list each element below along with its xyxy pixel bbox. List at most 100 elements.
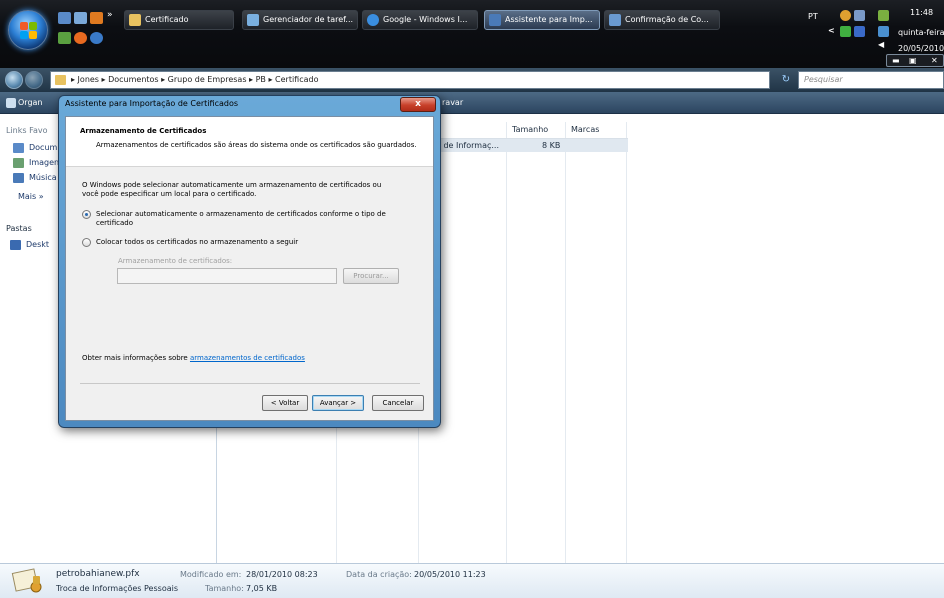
clock-day[interactable]: quinta-feira: [898, 28, 944, 37]
task-certificado[interactable]: Certificado: [124, 10, 234, 30]
pictures-icon: [13, 158, 24, 168]
nav-more[interactable]: Mais »: [18, 190, 44, 204]
firefox-icon[interactable]: [74, 32, 87, 44]
intro-text-line1: O Windows pode selecionar automaticament…: [82, 181, 382, 189]
size-value: 7,05 KB: [246, 584, 278, 593]
task-label: Certificado: [145, 15, 189, 24]
created-label: Data da criação:: [346, 570, 412, 579]
connection-tray-icon[interactable]: [878, 26, 889, 37]
language-indicator[interactable]: PT: [808, 12, 818, 21]
nav-label: Imagen: [29, 158, 60, 167]
tray-expand-icon[interactable]: <: [828, 26, 835, 35]
start-button[interactable]: [8, 10, 48, 50]
battery-tray-icon[interactable]: [840, 26, 851, 37]
column-header-tags[interactable]: Marcas: [571, 122, 599, 138]
photo-gallery-icon[interactable]: [58, 32, 71, 44]
search-placeholder: Pesquisar: [804, 75, 843, 84]
created-value: 20/05/2010 11:23: [414, 570, 486, 579]
nav-label: Docum: [29, 143, 58, 152]
certificate-import-wizard: Assistente para Importação de Certificad…: [58, 95, 441, 428]
details-pane: petrobahianew.pfx Troca de Informações P…: [0, 563, 944, 598]
folders-header[interactable]: Pastas: [6, 224, 32, 233]
close-button[interactable]: x: [400, 97, 436, 112]
more-info-link[interactable]: armazenamentos de certificados: [190, 354, 305, 362]
nav-documents[interactable]: Docum: [13, 141, 57, 155]
restore-icon[interactable]: ▣: [909, 55, 917, 66]
column-header-size[interactable]: Tamanho: [512, 122, 548, 138]
task-label: Gerenciador de taref...: [263, 15, 354, 24]
organize-icon: [6, 98, 16, 108]
address-field[interactable]: ▸ Jones ▸ Documentos ▸ Grupo de Empresas…: [50, 71, 770, 89]
quick-launch-chevron-icon[interactable]: »: [107, 10, 117, 20]
nav-desktop[interactable]: Deskt: [10, 238, 49, 252]
modified-label: Modificado em:: [180, 570, 242, 579]
column-divider: [565, 122, 566, 563]
back-button[interactable]: [5, 71, 23, 89]
volume-icon[interactable]: ◀: [878, 40, 884, 49]
manual-store-radio[interactable]: [82, 238, 91, 247]
store-input[interactable]: [117, 268, 337, 284]
network-icon[interactable]: [90, 32, 103, 44]
task-internet-explorer[interactable]: Google - Windows I...: [362, 10, 478, 30]
more-info-prefix: Obter mais informações sobre: [82, 354, 190, 362]
certificate-icon: [489, 14, 501, 26]
store-field-label: Armazenamento de certificados:: [118, 257, 233, 265]
windows-flag-icon: [20, 22, 38, 40]
clock-time[interactable]: 11:48: [910, 8, 933, 17]
nav-pictures[interactable]: Imagen: [13, 156, 59, 170]
wizard-header: Armazenamento de Certificados Armazename…: [66, 117, 433, 167]
wizard-subheading: Armazenamentos de certificados são áreas…: [96, 141, 417, 149]
intro-text-line2: você pode especificar um local para o ce…: [82, 190, 257, 198]
close-window-icon[interactable]: ✕: [931, 55, 938, 66]
task-label: Google - Windows I...: [383, 15, 468, 24]
media-player-icon[interactable]: [90, 12, 103, 24]
clock-date[interactable]: 20/05/2010: [898, 44, 944, 53]
cancel-button[interactable]: Cancelar: [372, 395, 424, 411]
column-divider: [626, 122, 627, 563]
details-filetype: Troca de Informações Pessoais: [56, 584, 178, 593]
security-tray-icon[interactable]: [840, 10, 851, 21]
favorite-links-header: Links Favo: [6, 126, 48, 135]
browse-button[interactable]: Procurar...: [343, 268, 399, 284]
show-desktop-icon[interactable]: [58, 12, 71, 24]
internet-explorer-icon: [367, 14, 379, 26]
certificate-icon: [609, 14, 621, 26]
minimize-icon[interactable]: ▬: [892, 55, 900, 66]
task-label: Confirmação de Co...: [625, 15, 709, 24]
folder-icon: [55, 75, 66, 85]
more-info-text: Obter mais informações sobre armazenamen…: [82, 354, 305, 363]
nav-music[interactable]: Música: [13, 171, 57, 185]
task-task-manager[interactable]: Gerenciador de taref...: [242, 10, 358, 30]
dialog-title: Assistente para Importação de Certificad…: [65, 99, 239, 108]
next-button[interactable]: Avançar >: [312, 395, 364, 411]
dialog-body: Armazenamento de Certificados Armazename…: [65, 116, 434, 421]
burn-button[interactable]: ravar: [442, 92, 463, 114]
search-input[interactable]: Pesquisar: [798, 71, 944, 89]
file-type: a de Informaç...: [436, 141, 499, 150]
manual-store-label[interactable]: Colocar todos os certificados no armazen…: [96, 238, 298, 247]
forward-button[interactable]: [25, 71, 43, 89]
modified-value: 28/01/2010 08:23: [246, 570, 318, 579]
task-confirmation[interactable]: Confirmação de Co...: [604, 10, 720, 30]
refresh-icon[interactable]: ↻: [778, 71, 794, 89]
switch-windows-icon[interactable]: [74, 12, 87, 24]
window-controls: ▬ ▣ ✕: [886, 54, 944, 67]
dialog-separator: [80, 383, 420, 384]
task-certificate-wizard[interactable]: Assistente para Imp...: [484, 10, 600, 30]
network-tray-icon[interactable]: [878, 10, 889, 21]
auto-store-label-line2[interactable]: certificado: [96, 219, 133, 228]
user-tray-icon[interactable]: [854, 10, 865, 21]
shield-tray-icon[interactable]: [854, 26, 865, 37]
address-path: ▸ Jones ▸ Documentos ▸ Grupo de Empresas…: [71, 75, 319, 84]
auto-store-label-line1[interactable]: Selecionar automaticamente o armazenamen…: [96, 210, 386, 219]
auto-store-radio[interactable]: [82, 210, 91, 219]
wizard-heading: Armazenamento de Certificados: [80, 127, 207, 135]
task-label: Assistente para Imp...: [505, 15, 593, 24]
organize-button[interactable]: Organ: [18, 92, 43, 114]
back-button[interactable]: < Voltar: [262, 395, 308, 411]
folder-icon: [129, 14, 141, 26]
nav-label: Música: [29, 173, 57, 182]
address-bar-area: ▸ Jones ▸ Documentos ▸ Grupo de Empresas…: [0, 68, 944, 92]
details-filename: petrobahianew.pfx: [56, 569, 140, 579]
desktop-icon: [10, 240, 21, 250]
